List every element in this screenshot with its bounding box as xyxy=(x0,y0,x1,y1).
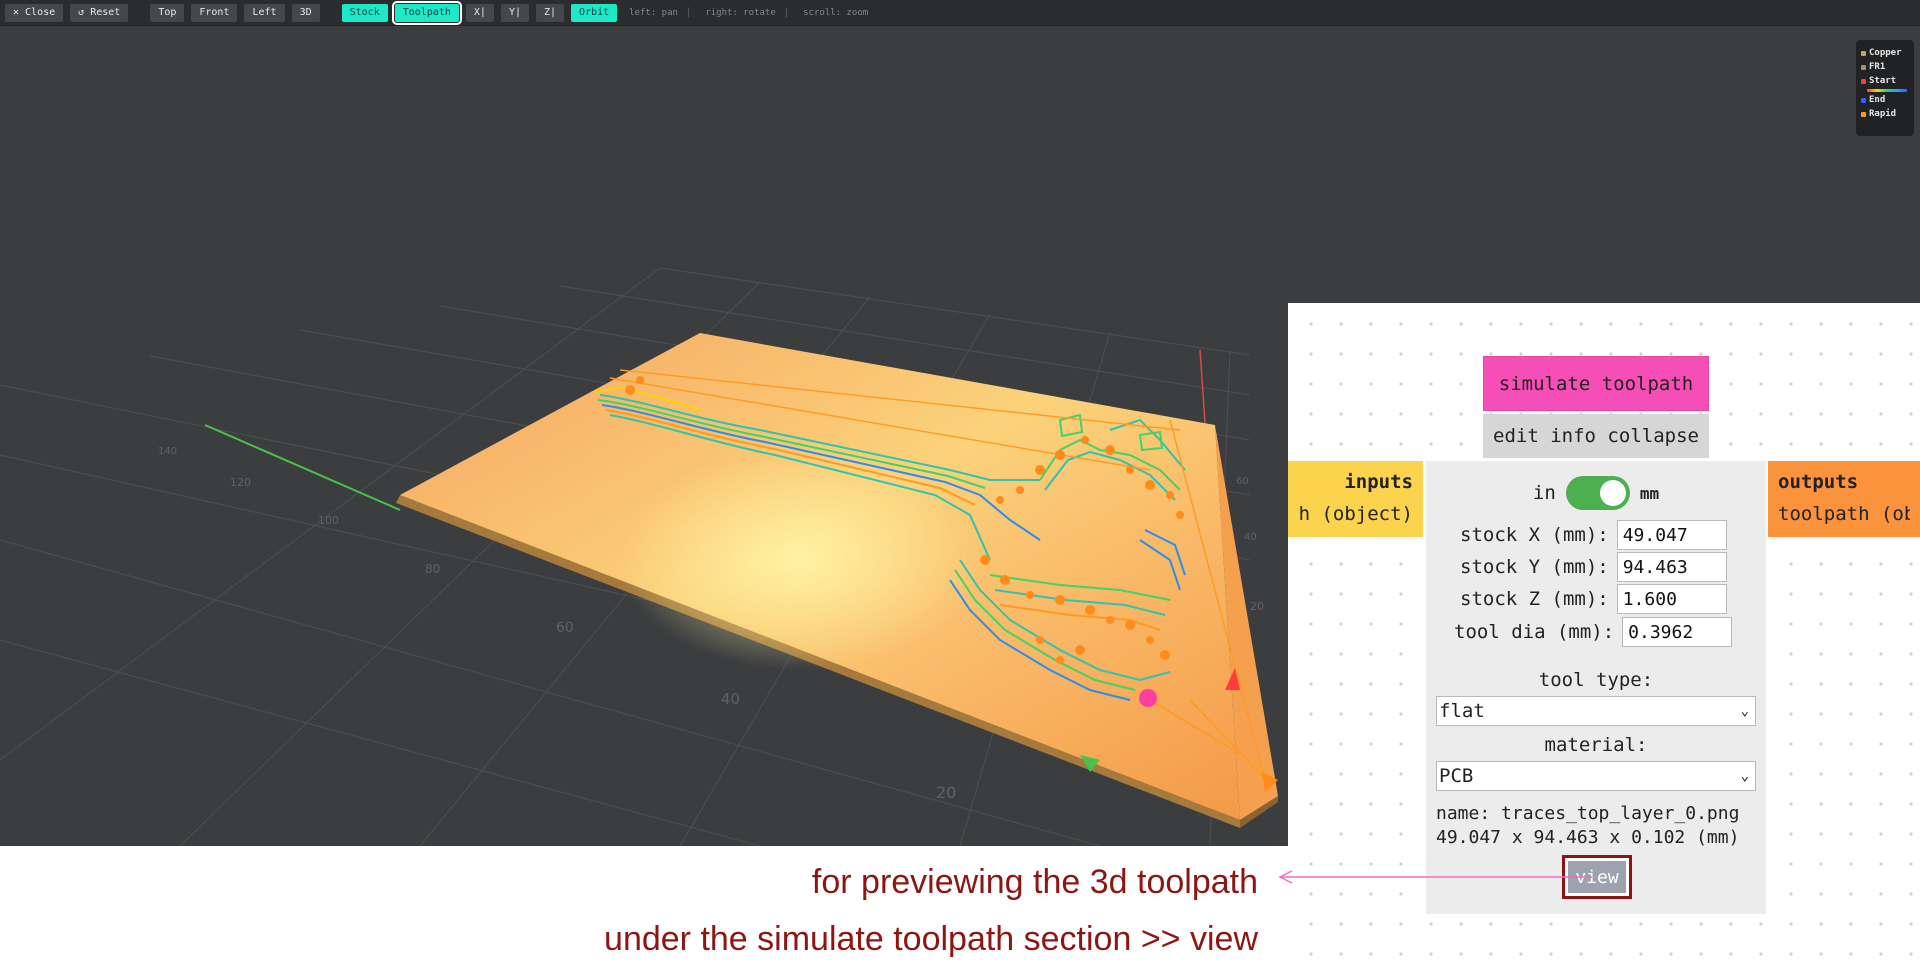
annotation-arrow-icon xyxy=(1278,870,1592,884)
reset-button[interactable]: ↺ Reset xyxy=(69,2,130,23)
tool-dia-input[interactable] xyxy=(1622,617,1733,647)
end-marker xyxy=(1139,689,1157,707)
unit-toggle-row: in mm xyxy=(1426,476,1766,510)
axis-y-button[interactable]: Y| xyxy=(499,2,530,23)
stock-y-label: stock Y (mm): xyxy=(1460,556,1609,578)
stock-y-input[interactable] xyxy=(1616,552,1727,582)
tool-type-select[interactable]: flat ⌄ xyxy=(1436,696,1756,726)
svg-text:120: 120 xyxy=(230,476,251,489)
unit-in-label: in xyxy=(1532,482,1556,504)
tool-type-label: tool type: xyxy=(1538,669,1654,691)
file-dimensions-info: 49.047 x 94.463 x 0.102 (mm) xyxy=(1436,827,1740,848)
copper-swatch-icon xyxy=(1861,50,1866,56)
stock-x-row: stock X (mm): xyxy=(1460,520,1727,550)
material-select[interactable]: PCB ⌄ xyxy=(1436,761,1756,791)
legend-copper: Copper xyxy=(1861,46,1909,60)
inputs-title: inputs xyxy=(1344,471,1413,493)
start-swatch-icon xyxy=(1861,78,1866,84)
inputs-port[interactable]: inputs toolpath (object) xyxy=(1288,461,1423,537)
rapid-swatch-icon xyxy=(1861,111,1866,117)
stock-z-label: stock Z (mm): xyxy=(1460,588,1609,610)
viewer-legend: Copper FR1 Start End Rapid xyxy=(1856,40,1914,136)
view-front-button[interactable]: Front xyxy=(190,2,239,23)
file-name-info: name: traces_top_layer_0.png xyxy=(1436,803,1740,824)
stock-z-input[interactable] xyxy=(1616,584,1727,614)
legend-end: End xyxy=(1861,93,1909,107)
stock-z-row: stock Z (mm): xyxy=(1460,584,1727,614)
hint-separator: | xyxy=(686,7,691,18)
svg-text:140: 140 xyxy=(158,446,177,457)
toggle-knob xyxy=(1599,480,1626,506)
end-swatch-icon xyxy=(1861,97,1866,103)
simulate-toolpath-button[interactable]: simulate toolpath xyxy=(1483,356,1709,411)
orbit-toggle-button[interactable]: Orbit xyxy=(570,2,619,23)
legend-start: Start xyxy=(1861,74,1909,88)
stock-y-row: stock Y (mm): xyxy=(1460,552,1727,582)
stock-x-label: stock X (mm): xyxy=(1460,524,1609,546)
unit-mm-label: mm xyxy=(1639,483,1660,503)
outputs-title: outputs xyxy=(1778,471,1859,493)
stock-x-input[interactable] xyxy=(1616,520,1727,550)
tool-type-value: flat xyxy=(1439,700,1485,722)
input-toolpath-item[interactable]: toolpath (object) xyxy=(1298,503,1413,525)
edit-info-collapse-button[interactable]: edit info collapse xyxy=(1483,414,1709,458)
svg-text:20: 20 xyxy=(936,783,956,802)
viewer-toolbar: ✕ Close ↺ Reset Top Front Left 3D Stock … xyxy=(0,0,1920,26)
hint-right-rotate: right: rotate xyxy=(705,7,776,18)
outputs-port[interactable]: outputs toolpath (object) xyxy=(1768,461,1920,537)
svg-text:20: 20 xyxy=(1250,600,1264,613)
axis-x-button[interactable]: X| xyxy=(464,2,495,23)
legend-gradient-bar xyxy=(1867,89,1907,92)
chevron-down-icon: ⌄ xyxy=(1740,703,1749,719)
svg-text:40: 40 xyxy=(721,690,740,708)
toolpath-toggle-button[interactable]: Toolpath xyxy=(391,0,462,25)
hint-scroll-zoom: scroll: zoom xyxy=(803,7,869,18)
screenshot-root: 140 120 100 80 60 40 20 60 40 20 ✕ Close… xyxy=(0,0,1920,974)
material-value: PCB xyxy=(1439,765,1474,787)
axis-z-button[interactable]: Z| xyxy=(535,2,566,23)
material-label: material: xyxy=(1544,734,1648,756)
close-button[interactable]: ✕ Close xyxy=(4,2,65,23)
svg-text:60: 60 xyxy=(556,620,574,636)
svg-text:60: 60 xyxy=(1236,476,1249,487)
fr1-swatch-icon xyxy=(1861,64,1866,70)
view-top-button[interactable]: Top xyxy=(149,2,186,23)
annotation-line-1: for previewing the 3d toolpath xyxy=(811,863,1258,901)
svg-text:80: 80 xyxy=(425,562,440,576)
chevron-down-icon: ⌄ xyxy=(1740,768,1749,784)
view-3d-button[interactable]: 3D xyxy=(290,2,321,23)
output-toolpath-item[interactable]: toolpath (object) xyxy=(1778,503,1910,525)
legend-fr1: FR1 xyxy=(1861,60,1909,74)
annotation-line-2: under the simulate toolpath section >> v… xyxy=(604,920,1258,958)
tool-dia-label: tool dia (mm): xyxy=(1454,621,1615,643)
svg-text:40: 40 xyxy=(1244,532,1257,543)
hint-separator: | xyxy=(784,7,789,18)
tool-dia-row: tool dia (mm): xyxy=(1454,617,1733,647)
node-settings-panel: in mm stock X (mm): stock Y (mm): stock … xyxy=(1426,461,1766,914)
y-axis-line xyxy=(204,424,401,511)
svg-text:100: 100 xyxy=(318,514,339,527)
unit-toggle-switch[interactable] xyxy=(1565,476,1630,510)
view-left-button[interactable]: Left xyxy=(243,2,286,23)
legend-rapid: Rapid xyxy=(1861,107,1909,121)
hint-left-pan: left: pan xyxy=(629,7,678,18)
stock-toggle-button[interactable]: Stock xyxy=(340,2,389,23)
